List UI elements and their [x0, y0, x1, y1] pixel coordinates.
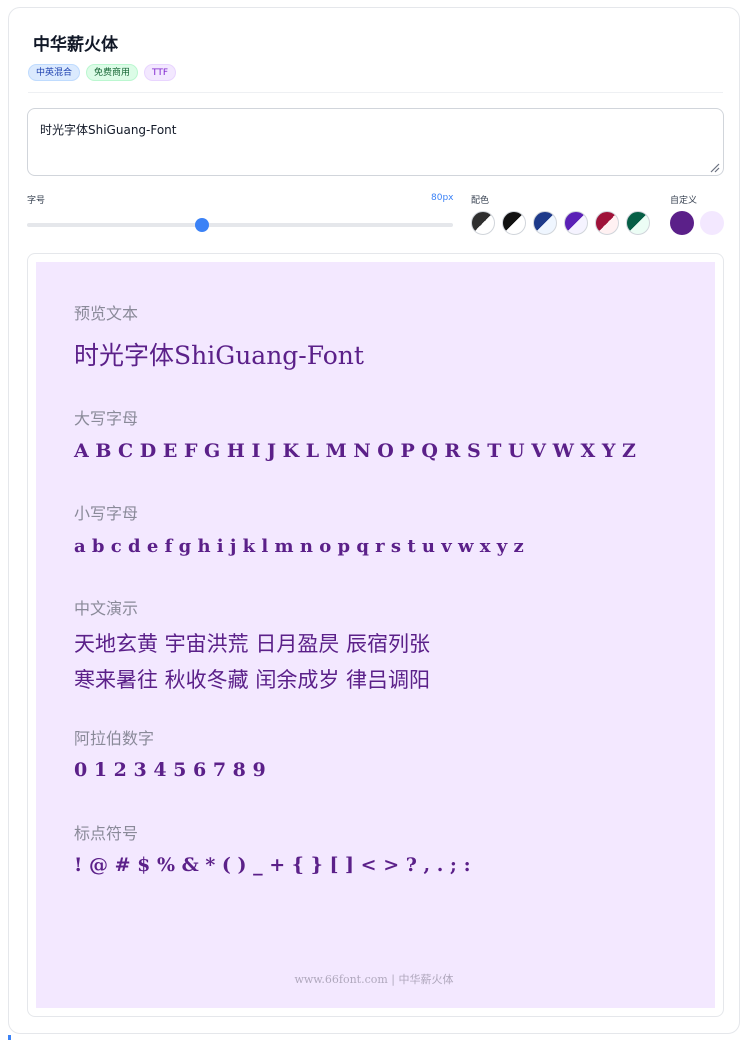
- sample-preview-text: 时光字体ShiGuang-Font: [74, 341, 364, 370]
- section-label-punctuation: 标点符号: [74, 824, 139, 843]
- preview-footer: www.66font.com | 中华薪火体: [294, 973, 454, 986]
- section-label-chinese: 中文演示: [74, 599, 139, 618]
- custom-background-color[interactable]: [700, 211, 724, 235]
- sample-lowercase: a b c d e f g h i j k l m n o p q r s t …: [74, 536, 524, 557]
- custom-color-label: 自定义: [670, 196, 698, 206]
- sample-punctuation: ! @ # $ % & * ( ) _ + { } [ ] < > ? , . …: [74, 854, 471, 876]
- sample-chinese-line-2: 寒来暑往 秋收冬藏 闰余成岁 律吕调阳: [74, 668, 431, 692]
- section-label-uppercase: 大写字母: [74, 409, 139, 428]
- size-label: 字号: [27, 196, 46, 206]
- color-swatches: [471, 211, 650, 235]
- tag-mixed: 中英混合: [28, 64, 81, 81]
- sample-digits: 0 1 2 3 4 5 6 7 8 9: [74, 759, 266, 781]
- sample-uppercase: A B C D E F G H I J K L M N O P Q R S T …: [74, 440, 636, 462]
- size-value: 80px: [431, 193, 454, 203]
- color-swatch-5[interactable]: [595, 211, 619, 235]
- custom-text-color[interactable]: [670, 211, 694, 235]
- tag-list: 中英混合 免费商用 TTF: [28, 64, 177, 81]
- section-label-lowercase: 小写字母: [74, 504, 139, 523]
- section-label-preview: 预览文本: [74, 304, 139, 323]
- size-slider-thumb[interactable]: [194, 218, 209, 232]
- preview-text-input[interactable]: [27, 108, 724, 176]
- font-title: 中华薪火体: [33, 35, 118, 55]
- color-swatch-4[interactable]: [564, 211, 588, 235]
- header-divider: [28, 92, 723, 93]
- corner-marker: [8, 1035, 11, 1040]
- resize-grip-icon[interactable]: [709, 162, 720, 173]
- tag-format: TTF: [144, 64, 177, 81]
- color-swatch-1[interactable]: [471, 211, 495, 235]
- tag-free-commercial: 免费商用: [86, 64, 139, 81]
- sample-chinese-line-1: 天地玄黄 宇宙洪荒 日月盈昃 辰宿列张: [74, 632, 431, 656]
- size-slider-track[interactable]: [27, 223, 453, 227]
- color-swatch-2[interactable]: [502, 211, 526, 235]
- color-label: 配色: [471, 196, 490, 206]
- color-swatch-6[interactable]: [626, 211, 650, 235]
- color-swatch-3[interactable]: [533, 211, 557, 235]
- section-label-digits: 阿拉伯数字: [74, 729, 155, 748]
- custom-colors: [670, 211, 724, 235]
